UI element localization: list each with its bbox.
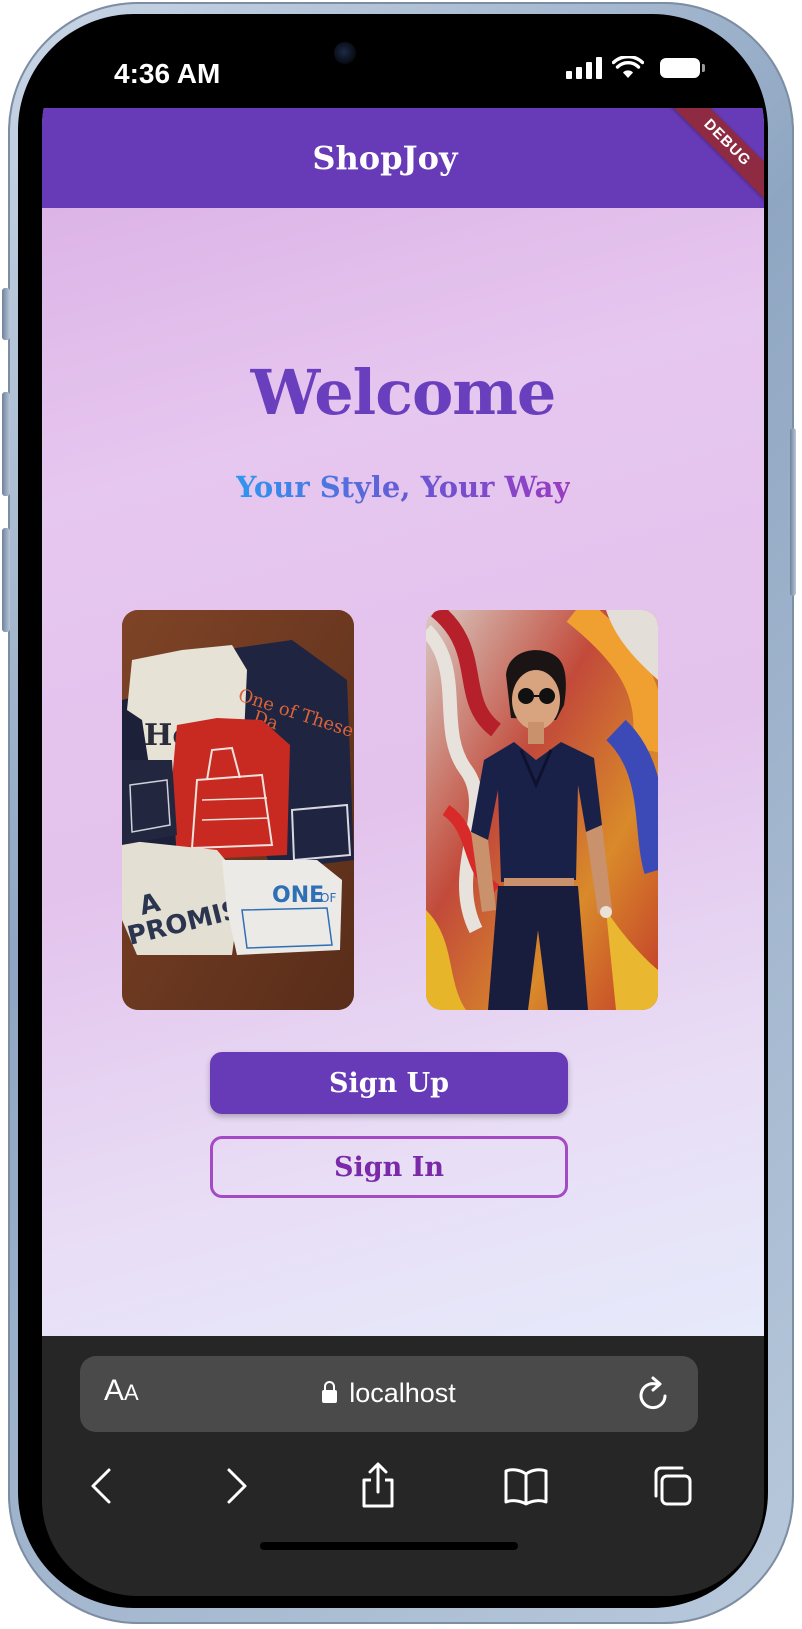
share-button[interactable] — [348, 1456, 408, 1516]
silent-switch — [2, 288, 10, 340]
forward-button[interactable] — [206, 1456, 266, 1516]
tabs-button[interactable] — [642, 1456, 702, 1516]
folded-tshirts-image: Ho One of These Da A PROMISE ONE OF — [122, 610, 354, 1010]
share-icon — [362, 1462, 394, 1508]
cellular-signal-icon — [566, 57, 602, 79]
lock-icon — [322, 1381, 338, 1403]
sign-up-button[interactable]: Sign Up — [210, 1052, 568, 1114]
browser-nav-row — [42, 1456, 764, 1516]
wifi-icon — [612, 56, 644, 78]
woman-graffiti-image — [426, 610, 658, 1010]
browser-toolbar: AA localhost — [42, 1336, 764, 1596]
svg-text:ONE: ONE — [272, 883, 324, 908]
address-bar[interactable]: AA localhost — [80, 1356, 698, 1432]
home-indicator[interactable] — [260, 1542, 518, 1550]
back-icon — [91, 1468, 111, 1504]
tagline-text: Your Style, Your Way — [235, 470, 571, 504]
svg-text:OF: OF — [320, 891, 336, 905]
bookmarks-icon — [504, 1468, 548, 1506]
status-time: 4:36 AM — [114, 58, 221, 89]
url-display[interactable]: localhost — [80, 1378, 698, 1409]
back-button[interactable] — [72, 1456, 132, 1516]
reload-icon[interactable] — [636, 1374, 672, 1414]
bookmarks-button[interactable] — [496, 1456, 556, 1516]
app-bar: ShopJoy — [42, 108, 764, 208]
tagline: Your Style, Your Way — [42, 470, 764, 504]
volume-up-button — [2, 392, 10, 496]
power-button — [790, 428, 796, 596]
status-icons — [566, 56, 705, 80]
welcome-heading: Welcome — [250, 356, 557, 429]
volume-down-button — [2, 528, 10, 632]
forward-icon — [227, 1468, 247, 1504]
app-screen: ShopJoy DEBUG Welcome Your Style, Your W… — [42, 108, 764, 1336]
battery-icon — [660, 58, 705, 78]
url-text: localhost — [349, 1378, 456, 1408]
app-title: ShopJoy — [312, 139, 458, 177]
tabs-icon — [654, 1466, 692, 1506]
device-screen: 4:36 AM ShopJoy DEBUG Welcome Your Style… — [42, 30, 764, 1596]
sign-in-button[interactable]: Sign In — [210, 1136, 568, 1198]
front-camera — [334, 42, 356, 64]
